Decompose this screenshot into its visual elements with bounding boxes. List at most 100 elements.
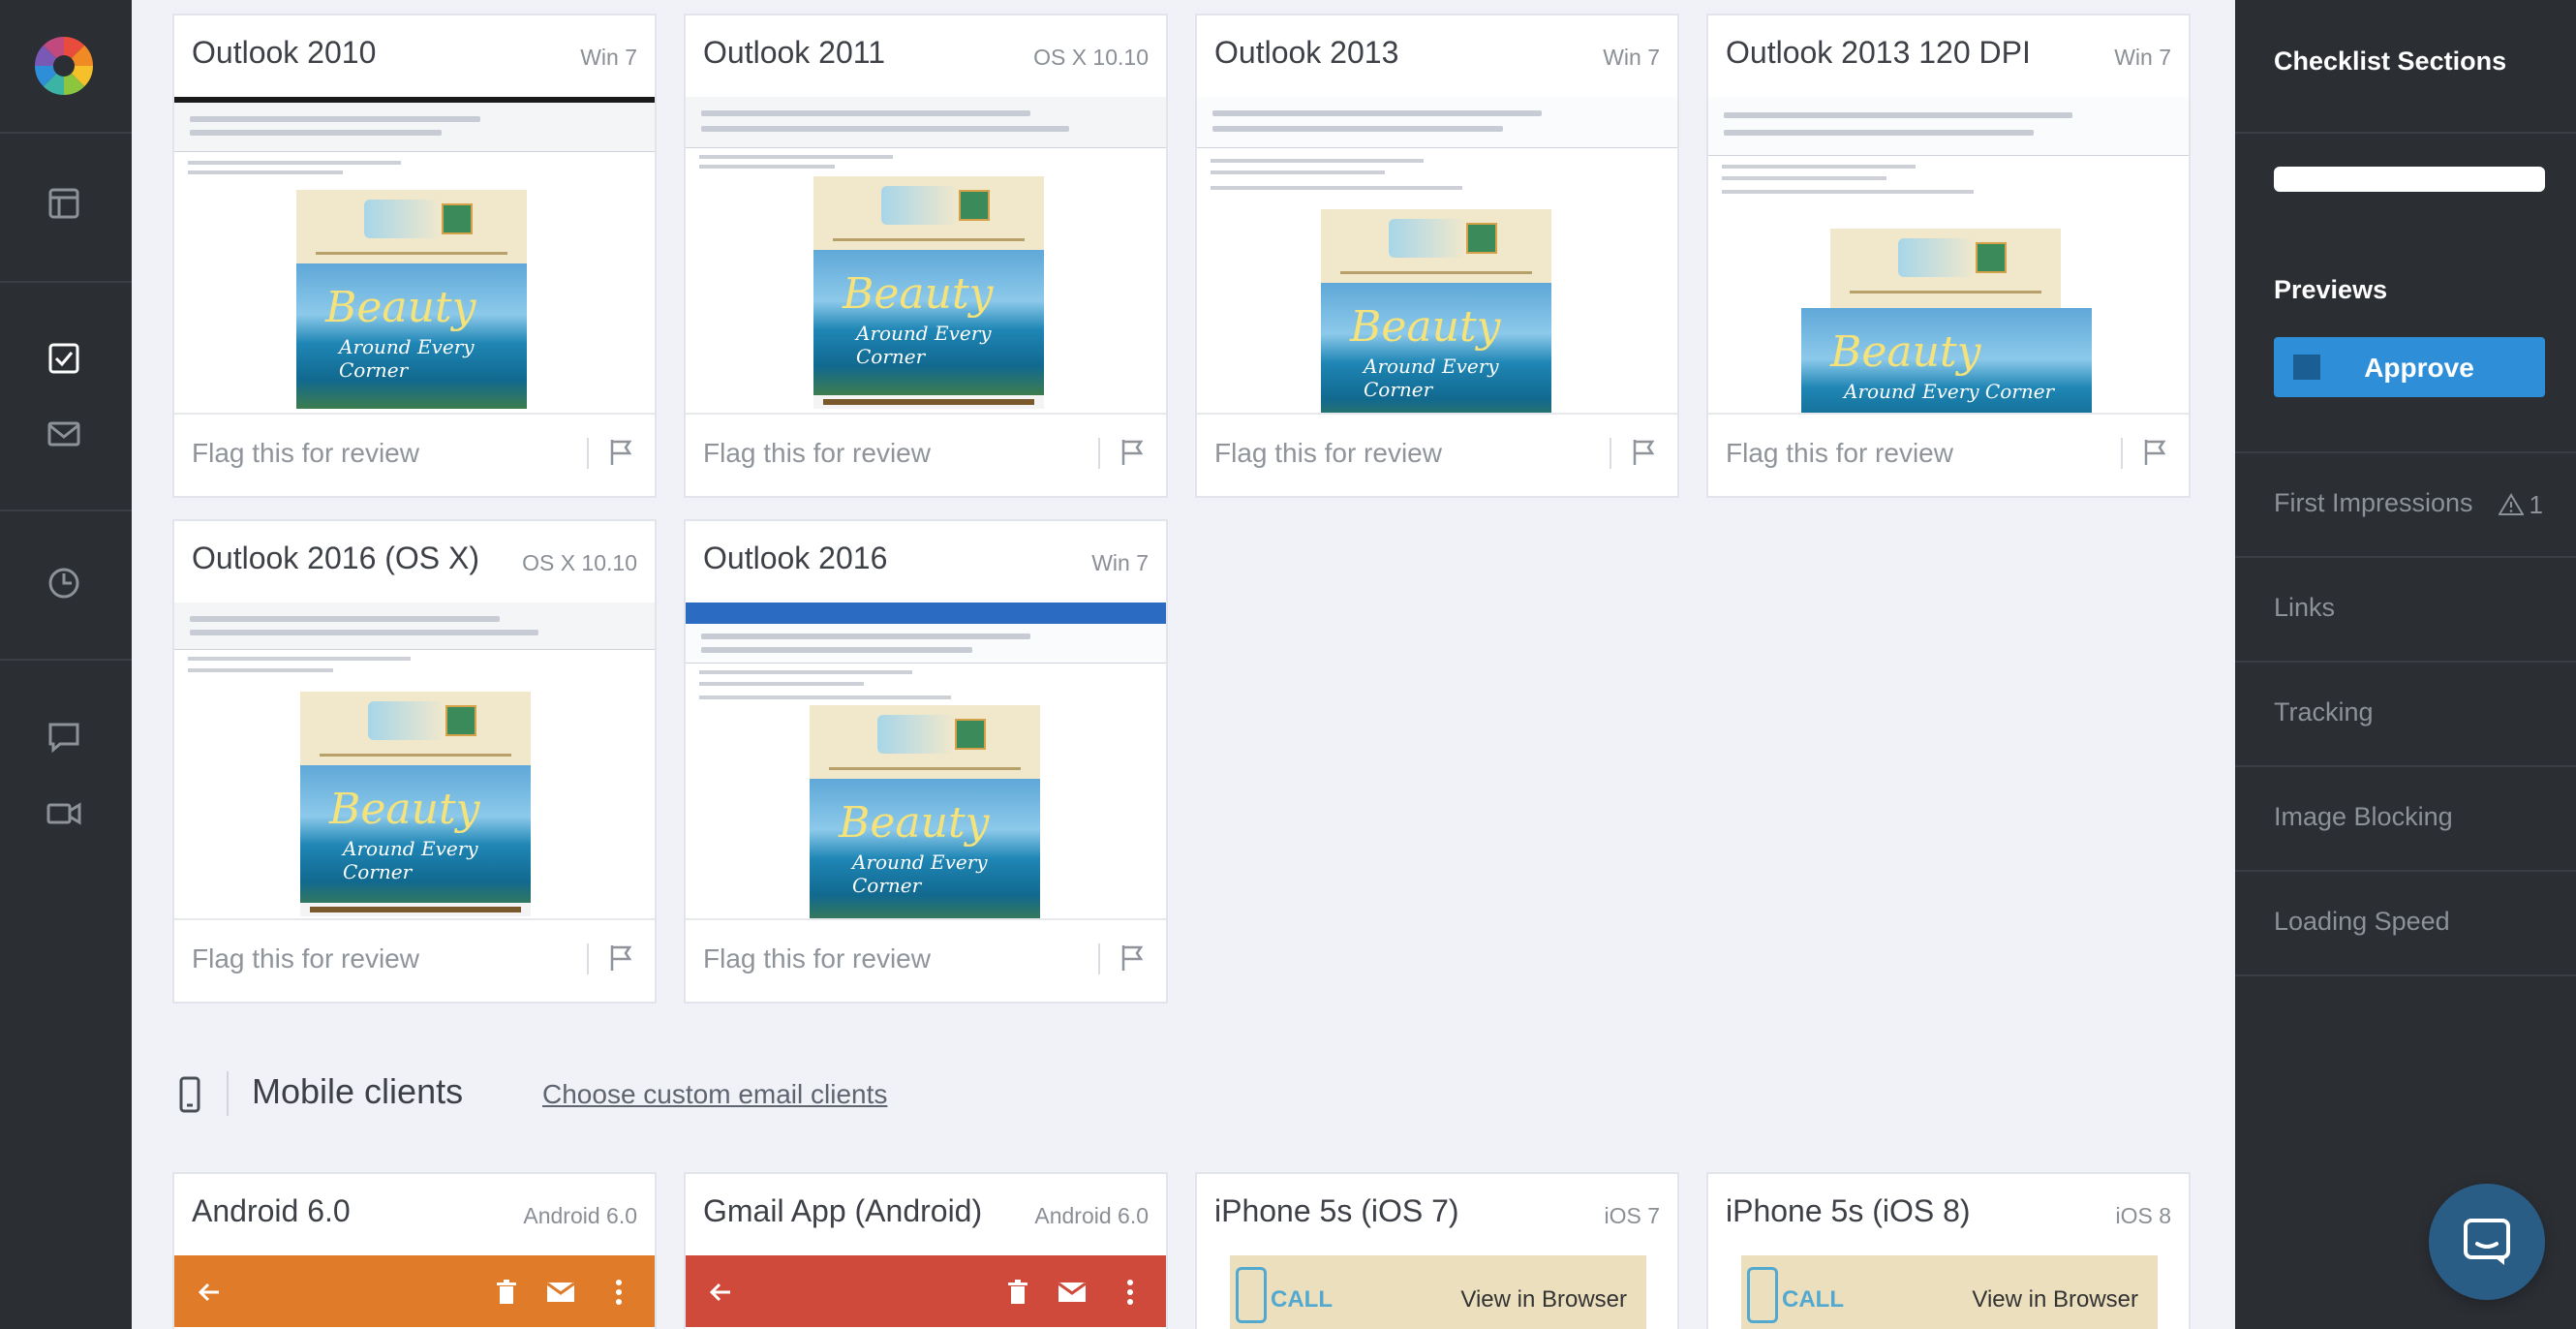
flag-icon[interactable]	[1116, 942, 1149, 974]
gmail-app-bar	[686, 1255, 1166, 1327]
card-title: Gmail App (Android)	[703, 1193, 983, 1228]
logo-color-wheel-icon[interactable]	[35, 37, 93, 95]
trash-icon	[1008, 1280, 1027, 1304]
preview-card[interactable]: Android 6.0 Android 6.0	[172, 1172, 657, 1329]
choose-custom-clients-link[interactable]: Choose custom email clients	[542, 1079, 887, 1110]
email-hero-script: Beauty	[325, 283, 476, 332]
email-screenshot[interactable]: Beauty Around Every Corner	[686, 97, 1166, 413]
card-title: Outlook 2013	[1214, 35, 1399, 70]
card-title: Outlook 2011	[703, 35, 885, 70]
flag-icon[interactable]	[1627, 436, 1660, 469]
comment-icon[interactable]	[45, 717, 83, 756]
phone-icon	[1747, 1267, 1778, 1323]
card-os: iOS 8	[2115, 1203, 2171, 1228]
mail-icon	[546, 1282, 575, 1302]
sidebar-heading: Checklist Sections	[2274, 46, 2507, 76]
android-app-bar	[174, 1255, 655, 1327]
preview-card[interactable]: iPhone 5s (iOS 8) iOS 8 CALL View in Bro…	[1706, 1172, 2191, 1329]
card-os: Win 7	[1603, 45, 1660, 70]
card-os: Android 6.0	[1034, 1203, 1149, 1228]
warning-count: 1	[2497, 490, 2543, 520]
preview-card[interactable]: Outlook 2011 OS X 10.10 Beauty Around Ev…	[684, 14, 1168, 498]
mail-icon[interactable]	[45, 415, 83, 453]
preview-card[interactable]: Outlook 2016 (OS X) OS X 10.10 Beauty Ar…	[172, 519, 657, 1004]
card-os: OS X 10.10	[522, 550, 637, 575]
email-screenshot[interactable]: Beauty Around Every Corner	[1197, 97, 1677, 413]
flag-review-label[interactable]: Flag this for review	[192, 943, 419, 974]
approve-button[interactable]: Approve	[2274, 337, 2545, 397]
email-hero-subscript: Around Every Corner	[339, 335, 475, 382]
call-label: CALL	[1271, 1286, 1333, 1313]
section-title: Mobile clients	[252, 1071, 464, 1111]
email-screenshot[interactable]: Beauty Around Every Corner	[686, 603, 1166, 918]
main-content: Outlook 2010 Win 7 Beauty Around Every C…	[132, 0, 2235, 1329]
email-screenshot[interactable]: Beauty Around Every Corner	[1708, 97, 2189, 413]
back-arrow-icon	[198, 1283, 219, 1302]
phone-icon	[1236, 1267, 1267, 1323]
card-os: Win 7	[580, 45, 637, 70]
email-hero-script: Beauty	[839, 798, 990, 848]
sidebar-item-links[interactable]: Links	[2235, 556, 2576, 663]
email-banner: CALL View in Browser	[1230, 1255, 1646, 1329]
sidebar-item-loading-speed[interactable]: Loading Speed	[2235, 870, 2576, 976]
card-title: Outlook 2010	[192, 35, 377, 70]
email-hero-subscript: Around Every Corner	[852, 850, 988, 897]
email-screenshot[interactable]: Beauty Around Every Corner	[174, 97, 655, 413]
sidebar-item-first-impressions[interactable]: First Impressions 1	[2235, 451, 2576, 558]
video-icon[interactable]	[45, 794, 83, 833]
flag-review-label[interactable]: Flag this for review	[703, 438, 931, 469]
sidebar-item-label: Tracking	[2274, 697, 2374, 726]
flag-review-label[interactable]: Flag this for review	[703, 943, 931, 974]
view-in-browser-link[interactable]: View in Browser	[1972, 1286, 2138, 1314]
left-nav-rail	[0, 0, 132, 1329]
preview-card[interactable]: Gmail App (Android) Android 6.0	[684, 1172, 1168, 1329]
email-screenshot[interactable]: Beauty Around Every Corner	[174, 603, 655, 918]
previews-label: Previews	[2274, 275, 2388, 304]
checklist-progress-bar	[2274, 167, 2545, 192]
flag-icon[interactable]	[604, 436, 637, 469]
card-title: iPhone 5s (iOS 7)	[1214, 1193, 1459, 1228]
preview-card[interactable]: Outlook 2013 Win 7 Beauty Around Every C…	[1195, 14, 1679, 498]
preview-card[interactable]: Outlook 2013 120 DPI Win 7 Beauty Around…	[1706, 14, 2191, 498]
flag-icon[interactable]	[1116, 436, 1149, 469]
card-os: Win 7	[2114, 45, 2171, 70]
email-hero-script: Beauty	[329, 785, 480, 834]
checklist-sidebar: Checklist Sections Previews Approve Firs…	[2235, 0, 2576, 1329]
email-hero-script: Beauty	[1830, 327, 1981, 377]
email-hero-script: Beauty	[843, 269, 994, 319]
flag-review-label[interactable]: Flag this for review	[1726, 438, 1953, 469]
call-label: CALL	[1782, 1286, 1844, 1313]
chat-launcher-button[interactable]	[2429, 1184, 2545, 1300]
chat-bubble-icon	[2464, 1219, 2510, 1265]
email-hero-subscript: Around Every Corner	[1364, 355, 1499, 401]
sidebar-item-image-blocking[interactable]: Image Blocking	[2235, 765, 2576, 872]
sidebar-item-label: Loading Speed	[2274, 907, 2450, 936]
flag-review-label[interactable]: Flag this for review	[192, 438, 419, 469]
card-os: Android 6.0	[523, 1203, 637, 1228]
preview-card[interactable]: Outlook 2016 Win 7 Beauty Around Every C…	[684, 519, 1168, 1004]
sidebar-item-label: Image Blocking	[2274, 802, 2453, 831]
flag-icon[interactable]	[604, 942, 637, 974]
card-os: Win 7	[1091, 550, 1149, 575]
flag-icon[interactable]	[2138, 436, 2171, 469]
card-title: Outlook 2016 (OS X)	[192, 541, 480, 575]
checklist-icon[interactable]	[45, 339, 83, 378]
email-hero-subscript: Around Every Corner	[1844, 380, 2055, 403]
email-hero-subscript: Around Every Corner	[343, 837, 478, 883]
preview-card[interactable]: iPhone 5s (iOS 7) iOS 7 CALL View in Bro…	[1195, 1172, 1679, 1329]
sidebar-item-label: Links	[2274, 593, 2336, 622]
flag-review-label[interactable]: Flag this for review	[1214, 438, 1442, 469]
card-title: Outlook 2013 120 DPI	[1726, 35, 2031, 70]
warning-triangle-icon	[2497, 493, 2525, 515]
sidebar-item-label: First Impressions	[2274, 488, 2473, 517]
mail-icon	[1058, 1282, 1087, 1302]
trash-icon	[497, 1280, 516, 1304]
more-vertical-icon	[616, 1280, 622, 1305]
back-arrow-icon	[709, 1283, 730, 1302]
clock-icon[interactable]	[45, 564, 83, 603]
sidebar-item-tracking[interactable]: Tracking	[2235, 661, 2576, 767]
view-in-browser-link[interactable]: View in Browser	[1460, 1286, 1627, 1314]
layout-icon[interactable]	[45, 184, 83, 223]
preview-card[interactable]: Outlook 2010 Win 7 Beauty Around Every C…	[172, 14, 657, 498]
more-vertical-icon	[1127, 1280, 1133, 1305]
